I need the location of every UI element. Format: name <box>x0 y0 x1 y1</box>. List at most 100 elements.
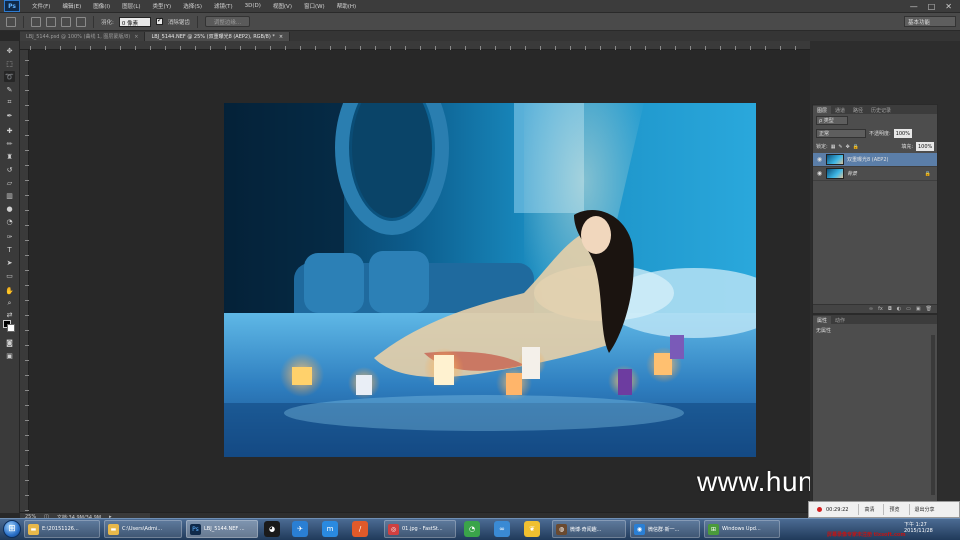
lock-all-icon[interactable]: 🔒 <box>853 144 859 150</box>
taskbar-windows-update[interactable]: ⊞ Windows Upd... <box>704 520 780 538</box>
tab-channels[interactable]: 通道 <box>831 106 849 114</box>
lasso-preset-icon[interactable] <box>6 16 16 27</box>
zoom-tool-icon[interactable]: ⌕ <box>4 298 15 309</box>
qq-icon[interactable]: ◕ <box>264 521 280 537</box>
document-image[interactable] <box>224 103 756 457</box>
dodge-tool-icon[interactable]: ◔ <box>4 216 15 227</box>
subtract-selection-icon[interactable] <box>61 16 71 27</box>
tab-paths[interactable]: 路径 <box>849 106 867 114</box>
cloud-app-icon[interactable]: ∞ <box>494 521 510 537</box>
menu-filter[interactable]: 滤镜(T) <box>208 2 239 10</box>
preview-button[interactable]: 预览 <box>883 504 904 515</box>
link-layers-icon[interactable]: ∞ <box>869 306 873 312</box>
taskbar-faststone[interactable]: ◎ 01.jpg - FastSt... <box>384 520 456 538</box>
leaf-app-icon[interactable]: ❦ <box>524 521 540 537</box>
add-selection-icon[interactable] <box>46 16 56 27</box>
taskbar-weibo[interactable]: ◍ 微博·奇闻趣... <box>552 520 626 538</box>
wechat-icon[interactable]: ◔ <box>464 521 480 537</box>
path-select-tool-icon[interactable]: ➤ <box>4 257 15 268</box>
taskbar-wechat-group[interactable]: ◉ 微信群·新一... <box>630 520 700 538</box>
minimize-icon[interactable]: — <box>910 2 918 11</box>
intersect-selection-icon[interactable] <box>76 16 86 27</box>
gradient-tool-icon[interactable]: ▥ <box>4 190 15 201</box>
exit-share-button[interactable]: 退出分享 <box>908 504 940 515</box>
layer-kind-filter[interactable]: ρ 类型 <box>816 116 848 125</box>
blur-tool-icon[interactable]: ● <box>4 203 15 214</box>
menu-layer[interactable]: 图层(L) <box>116 2 146 10</box>
brush-tool-icon[interactable]: ✏ <box>4 138 15 149</box>
bird-app-icon[interactable]: ✈ <box>292 521 308 537</box>
hd-button[interactable]: 高清 <box>858 504 879 515</box>
taskbar-clock[interactable]: 下午 1:27 2015/11/28 <box>904 521 933 534</box>
menu-image[interactable]: 图像(I) <box>87 2 116 10</box>
crop-tool-icon[interactable]: ⌗ <box>4 97 15 108</box>
layer-style-icon[interactable]: fx <box>878 306 883 312</box>
menu-file[interactable]: 文件(F) <box>26 2 56 10</box>
workspace-select[interactable]: 基本功能 <box>904 16 956 27</box>
menu-3d[interactable]: 3D(D) <box>239 3 267 9</box>
tab-properties[interactable]: 属性 <box>813 316 832 324</box>
healing-tool-icon[interactable]: ✚ <box>4 125 15 136</box>
delete-layer-icon[interactable]: 🗑 <box>926 306 932 312</box>
antialias-checkbox[interactable] <box>155 16 163 25</box>
adjustment-layer-icon[interactable]: ◐ <box>897 306 901 312</box>
menu-help[interactable]: 帮助(H) <box>331 2 362 10</box>
slash-app-icon[interactable]: / <box>352 521 368 537</box>
pen-tool-icon[interactable]: ✑ <box>4 231 15 242</box>
feather-input[interactable]: 0 像素 <box>118 16 151 27</box>
layers-list: ◉ 双重曝光8 (AEP2) ◉ 背景 🔒 <box>813 153 937 185</box>
menu-view[interactable]: 视图(V) <box>267 2 298 10</box>
lasso-tool-icon[interactable]: ➰ <box>4 71 15 82</box>
menu-window[interactable]: 窗口(W) <box>298 2 331 10</box>
quick-select-tool-icon[interactable]: ✎ <box>4 84 15 95</box>
tab-close-icon[interactable]: × <box>279 34 283 40</box>
menu-edit[interactable]: 编辑(E) <box>56 2 87 10</box>
blend-mode-select[interactable]: 正常 <box>816 129 866 138</box>
lock-position-icon[interactable]: ✥ <box>846 144 850 150</box>
tab-psd-document[interactable]: LBJ_5144.psd @ 100% (曲线 1, 图层蒙版/8) × <box>20 32 146 41</box>
shape-tool-icon[interactable]: ▭ <box>4 270 15 281</box>
layer-row[interactable]: ◉ 双重曝光8 (AEP2) <box>813 153 937 167</box>
type-tool-icon[interactable]: T <box>4 244 15 255</box>
layer-row[interactable]: ◉ 背景 🔒 <box>813 167 937 181</box>
lock-pixels-icon[interactable]: ✎ <box>838 144 842 150</box>
background-color-swatch[interactable] <box>7 324 15 332</box>
fill-input[interactable]: 100% <box>916 142 934 151</box>
add-mask-icon[interactable]: ◘ <box>888 306 892 312</box>
m-app-icon[interactable]: m <box>322 521 338 537</box>
tab-nef-document[interactable]: LBJ_5144.NEF @ 25% (双重曝光8 (AEP2), RGB/8)… <box>145 32 291 41</box>
tab-close-icon[interactable]: × <box>134 34 138 40</box>
visibility-eye-icon[interactable]: ◉ <box>816 156 823 163</box>
taskbar-explorer-2[interactable]: ▬ C:\Users\Admi... <box>104 520 182 538</box>
tab-layers[interactable]: 图层 <box>813 106 832 114</box>
visibility-eye-icon[interactable]: ◉ <box>816 170 823 177</box>
eraser-tool-icon[interactable]: ▱ <box>4 177 15 188</box>
tab-actions[interactable]: 动作 <box>831 316 849 324</box>
refine-edge-button[interactable]: 调整边缘... <box>204 16 251 27</box>
task-label: 微信群·新一... <box>648 526 680 533</box>
lock-transparent-icon[interactable]: ▦ <box>831 144 836 150</box>
eyedropper-tool-icon[interactable]: ✒ <box>4 110 15 121</box>
properties-scrollbar[interactable] <box>931 335 935 495</box>
maximize-icon[interactable]: □ <box>928 2 936 11</box>
tab-history[interactable]: 历史记录 <box>867 106 895 114</box>
screen-mode-icon[interactable]: ▣ <box>4 350 15 361</box>
new-layer-icon[interactable]: ▣ <box>916 306 921 312</box>
taskbar-photoshop[interactable]: Ps LBJ_5144.NEF ... <box>186 520 258 538</box>
hand-tool-icon[interactable]: ✋ <box>4 285 15 296</box>
quick-mask-icon[interactable]: ◙ <box>4 337 15 348</box>
history-brush-tool-icon[interactable]: ↺ <box>4 164 15 175</box>
close-icon[interactable]: ✕ <box>945 2 952 11</box>
new-group-icon[interactable]: ▭ <box>906 306 911 312</box>
menu-select[interactable]: 选择(S) <box>177 2 208 10</box>
layer-thumbnail <box>826 154 844 165</box>
menu-type[interactable]: 类型(Y) <box>147 2 178 10</box>
swap-colors-icon[interactable]: ⇄ <box>4 309 15 320</box>
opacity-input[interactable]: 100% <box>893 129 912 138</box>
stamp-tool-icon[interactable]: ♜ <box>4 151 15 162</box>
move-tool-icon[interactable]: ✥ <box>4 45 15 56</box>
marquee-tool-icon[interactable]: ⬚ <box>4 58 15 69</box>
new-selection-icon[interactable] <box>31 16 41 27</box>
start-button[interactable]: ⊞ <box>3 520 21 538</box>
taskbar-explorer-1[interactable]: ▬ E:\20151126... <box>24 520 100 538</box>
